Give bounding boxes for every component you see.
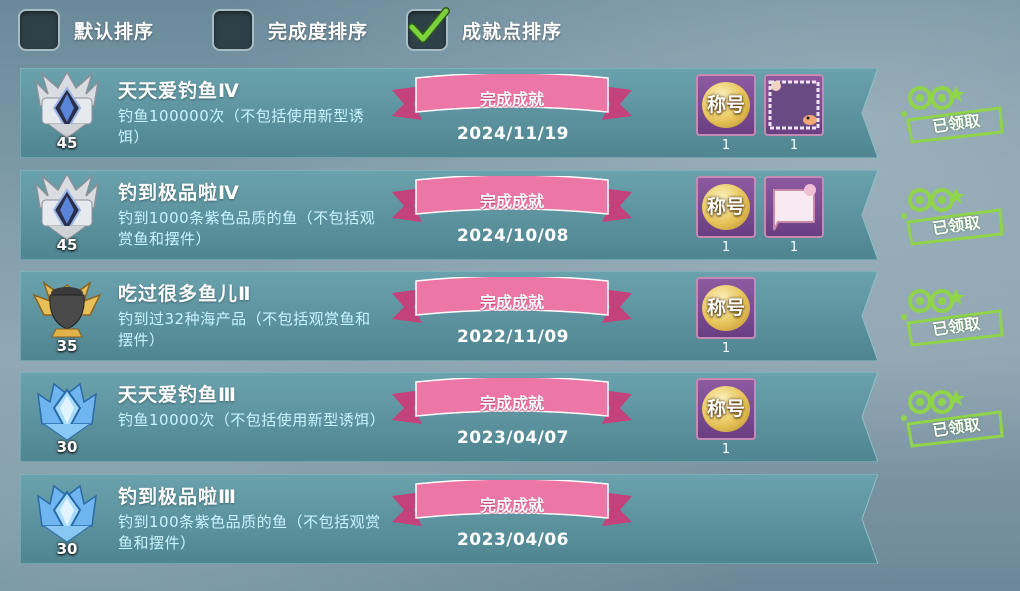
avatar-frame-reward-icon[interactable]: [764, 74, 824, 136]
sort-bar: 默认排序 完成度排序 成就点排序: [0, 0, 1020, 62]
achievement-row: 30 钓到极品啦Ⅲ 钓到100条紫色品质的鱼（不包括观赏鱼和摆件） 完成成就 2023/…: [20, 474, 878, 564]
sort-default-option[interactable]: 默认排序: [18, 9, 155, 51]
title-reward-label: 称号: [706, 297, 745, 319]
title-reward-icon[interactable]: 称号: [696, 74, 756, 136]
achievement-title: 钓到极品啦Ⅲ: [118, 486, 237, 508]
reward-count: 1: [721, 240, 731, 255]
ribbon-label: 完成成就: [479, 90, 544, 109]
achievement-points: 45: [56, 236, 78, 254]
blue-crystal-badge: 30: [28, 376, 106, 458]
achievement-description: 钓到1000条紫色品质的鱼（不包括观赏鱼和摆件）: [118, 209, 376, 248]
ribbon-label: 完成成就: [479, 293, 544, 312]
claimed-stamp: 已领取: [896, 80, 1006, 144]
sort-default-label: 默认排序: [74, 20, 155, 43]
ribbon-label: 完成成就: [479, 496, 544, 515]
completion-date: 2024/10/08: [456, 226, 570, 246]
sort-completion-option[interactable]: 完成度排序: [212, 9, 369, 51]
achievement-row: 35 吃过很多鱼儿Ⅱ 钓到过32种海产品（不包括观赏鱼和摆件） 完成成就 2022/11…: [20, 271, 1004, 361]
completed-ribbon: 完成成就: [392, 174, 632, 224]
ribbon-label: 完成成就: [479, 394, 544, 413]
achievement-description: 钓鱼10000次（不包括使用新型诱饵）: [118, 411, 386, 429]
sort-completion-checkbox[interactable]: [212, 9, 254, 51]
title-reward-icon[interactable]: 称号: [696, 277, 756, 339]
achievement-row: 30 天天爱钓鱼Ⅲ 钓鱼10000次（不包括使用新型诱饵） 完成成就 2023/04/0…: [20, 372, 1004, 462]
achievement-points: 45: [56, 134, 78, 152]
achievement-description: 钓到100条紫色品质的鱼（不包括观赏鱼和摆件）: [118, 513, 381, 552]
title-reward-label: 称号: [706, 398, 745, 420]
reward-count: 1: [721, 138, 731, 153]
achievement-description: 钓鱼100000次（不包括使用新型诱饵）: [118, 107, 365, 146]
completion-date: 2023/04/06: [456, 530, 570, 550]
achievement-points: 30: [56, 540, 78, 558]
completion-date: 2024/11/19: [456, 124, 570, 144]
silver-crown-badge: 45: [28, 172, 106, 256]
title-reward-label: 称号: [706, 196, 745, 218]
title-reward-icon[interactable]: 称号: [696, 176, 756, 238]
silver-crown-badge: 45: [28, 70, 106, 154]
reward-count: 1: [721, 442, 731, 457]
achievement-points: 30: [56, 438, 78, 456]
completed-ribbon: 完成成就: [392, 275, 632, 325]
title-reward-label: 称号: [706, 94, 745, 116]
sort-points-label: 成就点排序: [462, 20, 563, 43]
achievement-description: 钓到过32种海产品（不包括观赏鱼和摆件）: [118, 310, 371, 349]
sort-points-option[interactable]: 成就点排序: [406, 7, 563, 51]
ribbon-label: 完成成就: [479, 192, 544, 211]
achievement-points: 35: [56, 337, 78, 355]
completion-date: 2023/04/07: [456, 428, 570, 448]
reward-count: 1: [789, 138, 799, 153]
claimed-stamp: 已领取: [896, 283, 1006, 347]
reward-count: 1: [789, 240, 799, 255]
gold-urn-badge: 35: [28, 275, 106, 357]
claimed-stamp: 已领取: [896, 384, 1006, 448]
checkmark-icon: [408, 7, 450, 43]
achievement-title: 钓到极品啦Ⅳ: [118, 182, 240, 204]
achievement-title: 天天爱钓鱼Ⅳ: [118, 80, 240, 102]
achievement-title: 吃过很多鱼儿Ⅱ: [118, 283, 252, 305]
title-reward-icon[interactable]: 称号: [696, 378, 756, 440]
achievement-title: 天天爱钓鱼Ⅲ: [118, 384, 237, 406]
sort-completion-label: 完成度排序: [268, 20, 369, 43]
achievement-row: 45 天天爱钓鱼Ⅳ 钓鱼100000次（不包括使用新型诱饵） 完成成就 2024/11/…: [20, 68, 1004, 158]
chat-bubble-reward-icon[interactable]: [764, 176, 824, 238]
achievement-row: 45 钓到极品啦Ⅳ 钓到1000条紫色品质的鱼（不包括观赏鱼和摆件） 完成成就 2024…: [20, 170, 1004, 260]
claimed-stamp: 已领取: [896, 182, 1006, 246]
sort-default-checkbox[interactable]: [18, 9, 60, 51]
blue-crystal-badge: 30: [28, 478, 106, 560]
completed-ribbon: 完成成就: [392, 478, 632, 528]
completed-ribbon: 完成成就: [392, 72, 632, 122]
sort-points-checkbox[interactable]: [406, 7, 450, 51]
completion-date: 2022/11/09: [456, 327, 570, 347]
reward-count: 1: [721, 341, 731, 356]
completed-ribbon: 完成成就: [392, 376, 632, 426]
